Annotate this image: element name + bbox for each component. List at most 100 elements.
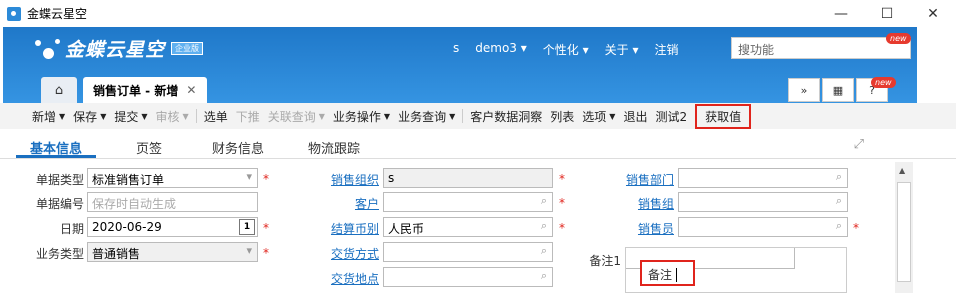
logo-dots-icon [33, 36, 65, 62]
home-tab[interactable]: ⌂ [41, 77, 77, 103]
biz-type-label: 业务类型 [35, 247, 84, 261]
scrollbar[interactable]: ▲ [895, 162, 913, 293]
delivery-method-field[interactable]: ⌕ [383, 242, 553, 262]
window-titlebar: 金蝶云星空 — ☐ ✕ [0, 0, 956, 27]
grid-icon[interactable]: ▦ [822, 78, 854, 102]
search-icon[interactable]: ⌕ [836, 219, 842, 233]
toolbar-8-button[interactable]: 业务查询 ▼ [394, 108, 459, 125]
logo: 金蝶云星空 企业版 [33, 35, 204, 62]
top-nav: s demo3 ▾ 个性化 ▾ 关于 ▾ 注销 [453, 41, 694, 58]
required-mark: * [263, 172, 269, 186]
search-icon[interactable]: ⌕ [541, 194, 547, 208]
sales-group-field[interactable]: ⌕ [678, 192, 848, 212]
tab-label: 销售订单 - 新增 [93, 83, 179, 98]
app-header: 金蝶云星空 企业版 s demo3 ▾ 个性化 ▾ 关于 ▾ 注销 搜功能 ne… [3, 27, 917, 103]
toolbar-5-button[interactable]: 下推 [232, 108, 264, 125]
toolbar-9-button[interactable]: 客户数据洞察 [466, 108, 546, 125]
separator [195, 109, 197, 123]
nav-user[interactable]: s [453, 41, 459, 58]
caret-down-icon[interactable]: ▼ [183, 112, 189, 121]
biz-type-select[interactable]: 普通销售 ▾ [87, 242, 258, 262]
delivery-method-label[interactable]: 交货方式 [318, 245, 379, 262]
search-icon[interactable]: ⌕ [836, 170, 842, 184]
delivery-place-label[interactable]: 交货地点 [318, 270, 379, 287]
memo1-label: 备注1 [589, 254, 621, 268]
sales-dept-label[interactable]: 销售部门 [612, 171, 674, 188]
tab-sales-order-new[interactable]: 销售订单 - 新增 ✕ [83, 77, 207, 103]
search-input[interactable]: 搜功能 [731, 37, 911, 59]
chevron-down-icon: ▾ [246, 170, 252, 183]
search-icon[interactable]: ⌕ [541, 269, 547, 283]
required-mark: * [263, 221, 269, 235]
toolbar-1-button[interactable]: 保存 ▼ [69, 108, 110, 125]
toolbar-13-button[interactable]: 测试2 [651, 108, 691, 125]
maximize-button[interactable]: ☐ [864, 0, 910, 27]
doc-type-label: 单据类型 [35, 173, 84, 187]
tab-finance[interactable]: 财务信息 [212, 133, 264, 158]
logo-text: 金蝶云星空 [65, 39, 166, 61]
caret-down-icon[interactable]: ▼ [609, 112, 615, 121]
close-window-button[interactable]: ✕ [910, 0, 956, 27]
date-label: 日期 [59, 222, 84, 236]
toolbar-2-button[interactable]: 提交 ▼ [110, 108, 151, 125]
caret-down-icon[interactable]: ▼ [59, 112, 65, 121]
nav-logout[interactable]: 注销 [654, 41, 678, 58]
doc-no-field[interactable]: 保存时自动生成 [87, 192, 258, 212]
tab-basic-info[interactable]: 基本信息 [16, 133, 97, 158]
minimize-button[interactable]: — [818, 0, 864, 27]
chevron-down-icon: ▾ [246, 244, 252, 257]
toolbar-3-button[interactable]: 审核 ▼ [152, 108, 193, 125]
sales-dept-field[interactable]: ⌕ [678, 168, 848, 188]
toolbar-4-button[interactable]: 选单 [200, 108, 232, 125]
caret-down-icon[interactable]: ▼ [384, 112, 390, 121]
tab-page[interactable]: 页签 [136, 133, 162, 158]
toolbar-0-button[interactable]: 新增 ▼ [28, 108, 69, 125]
customer-field[interactable]: ⌕ [383, 192, 553, 212]
separator [462, 109, 464, 123]
caret-down-icon[interactable]: ▼ [449, 112, 455, 121]
toolbar-6-button[interactable]: 关联查询 ▼ [264, 108, 329, 125]
date-field[interactable]: 2020-06-29 1 [87, 217, 258, 237]
sales-group-label[interactable]: 销售组 [612, 195, 674, 212]
toolbar-11-button[interactable]: 选项 ▼ [578, 108, 619, 125]
tab-logistics[interactable]: 物流跟踪 [308, 133, 360, 158]
search-icon[interactable]: ⌕ [836, 194, 842, 208]
nav-personalize[interactable]: 个性化 ▾ [543, 41, 589, 58]
currency-field[interactable]: 人民币 ⌕ [383, 217, 553, 237]
memo-popup[interactable]: 备注 [640, 260, 695, 286]
home-icon: ⌂ [54, 82, 64, 98]
required-mark: * [559, 172, 565, 186]
calendar-icon[interactable]: 1 [239, 219, 255, 235]
toolbar-14-button[interactable]: 获取值 [695, 103, 752, 129]
form-tabs: 基本信息 页签 财务信息 物流跟踪 ⤢ [0, 133, 956, 159]
salesman-field[interactable]: ⌕ [678, 217, 848, 237]
currency-label[interactable]: 结算币别 [318, 220, 379, 237]
search-icon[interactable]: ⌕ [541, 219, 547, 233]
new-badge: new [886, 33, 911, 44]
collapse-icon[interactable]: » [788, 78, 820, 102]
toolbar: 新增 ▼ 保存 ▼ 提交 ▼ 审核 ▼ 选单 下推 关联查询 ▼ 业务操作 ▼ 业务查询 ▼ 客户数据洞察 列表选… [0, 103, 956, 129]
delivery-place-field[interactable]: ⌕ [383, 267, 553, 287]
scroll-up-icon[interactable]: ▲ [899, 166, 905, 175]
app-icon [7, 6, 21, 21]
caret-down-icon[interactable]: ▼ [100, 112, 106, 121]
caret-down-icon[interactable]: ▼ [319, 112, 325, 121]
doc-type-select[interactable]: 标准销售订单 ▾ [87, 168, 258, 188]
required-mark: * [263, 246, 269, 260]
window-title: 金蝶云星空 [27, 7, 88, 21]
search-icon[interactable]: ⌕ [541, 244, 547, 258]
nav-about[interactable]: 关于 ▾ [605, 41, 639, 58]
close-icon[interactable]: ✕ [186, 83, 196, 97]
sales-org-field[interactable]: s [383, 168, 553, 188]
scroll-thumb[interactable] [897, 182, 911, 282]
expand-icon[interactable]: ⤢ [854, 137, 864, 152]
nav-account[interactable]: demo3 ▾ [475, 41, 527, 58]
salesman-label[interactable]: 销售员 [612, 220, 674, 237]
customer-label[interactable]: 客户 [318, 195, 379, 212]
sales-org-label[interactable]: 销售组织 [318, 171, 379, 188]
toolbar-7-button[interactable]: 业务操作 ▼ [329, 108, 394, 125]
toolbar-10-button[interactable]: 列表 [546, 108, 578, 125]
required-mark: * [853, 221, 859, 235]
toolbar-12-button[interactable]: 退出 [619, 108, 651, 125]
caret-down-icon[interactable]: ▼ [141, 112, 147, 121]
